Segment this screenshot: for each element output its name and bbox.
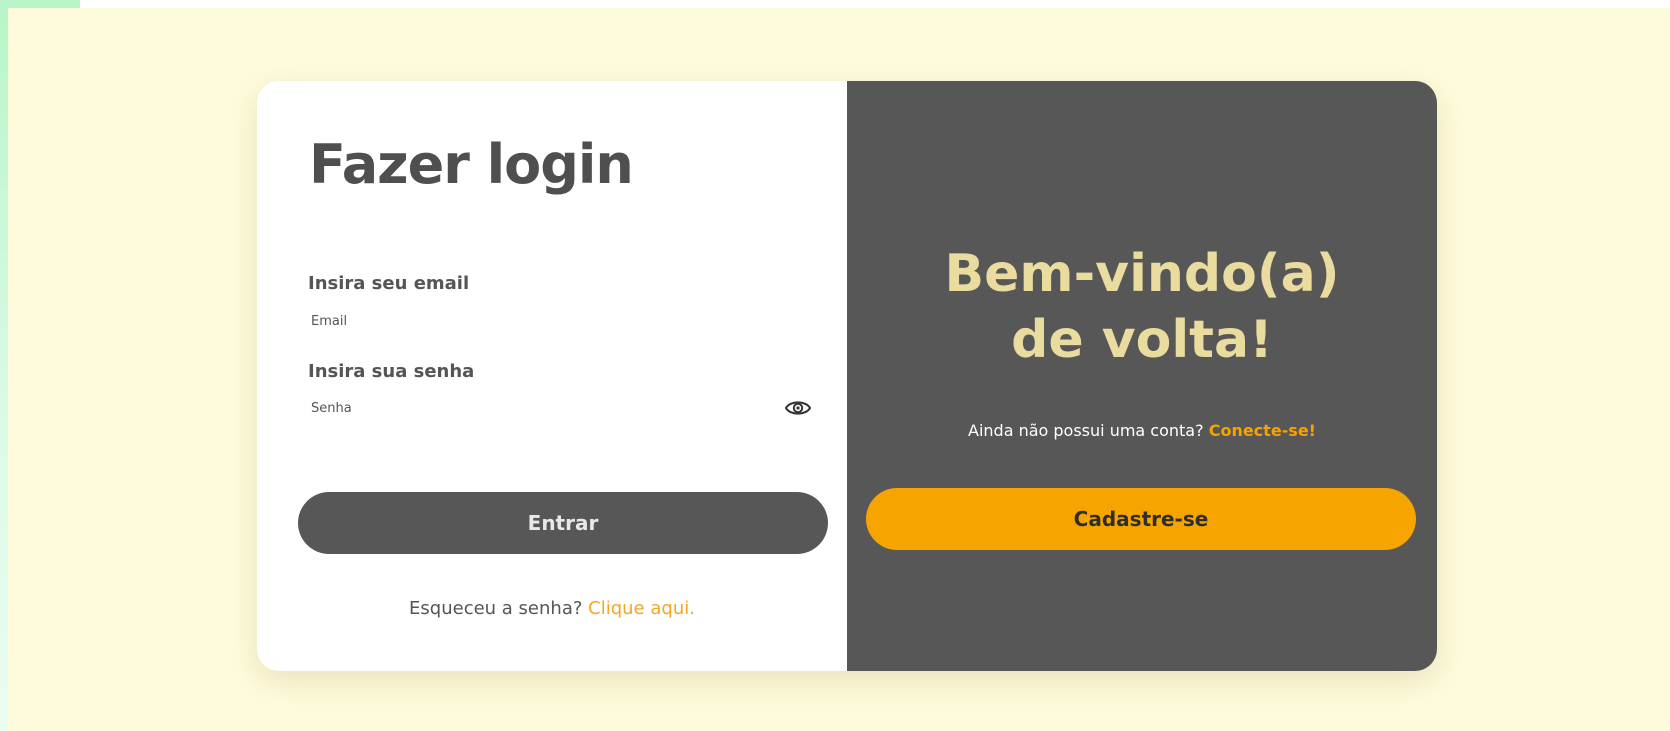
welcome-title: Bem-vindo(a) de volta! [847, 241, 1437, 373]
email-input[interactable] [307, 308, 831, 334]
signup-prompt: Ainda não possui uma conta? Conecte-se! [847, 421, 1437, 440]
forgot-password-link[interactable]: Clique aqui. [588, 598, 695, 619]
forgot-password: Esqueceu a senha? Clique aqui. [257, 598, 847, 619]
eye-icon[interactable] [784, 396, 812, 420]
password-input[interactable] [307, 395, 781, 421]
login-title: Fazer login [309, 133, 634, 196]
welcome-title-line2: de volta! [1011, 310, 1273, 370]
forgot-text: Esqueceu a senha? [409, 598, 583, 619]
login-button[interactable]: Entrar [298, 492, 828, 554]
connect-link[interactable]: Conecte-se! [1209, 421, 1316, 440]
signup-button[interactable]: Cadastre-se [866, 488, 1416, 550]
auth-card: Fazer login Insira seu email Insira sua … [257, 81, 1437, 671]
login-panel: Fazer login Insira seu email Insira sua … [257, 81, 847, 671]
password-label: Insira sua senha [308, 361, 475, 382]
email-label: Insira seu email [308, 273, 470, 294]
welcome-panel: Bem-vindo(a) de volta! Ainda não possui … [847, 81, 1437, 671]
no-account-text: Ainda não possui uma conta? [968, 421, 1204, 440]
welcome-title-line1: Bem-vindo(a) [944, 244, 1340, 304]
